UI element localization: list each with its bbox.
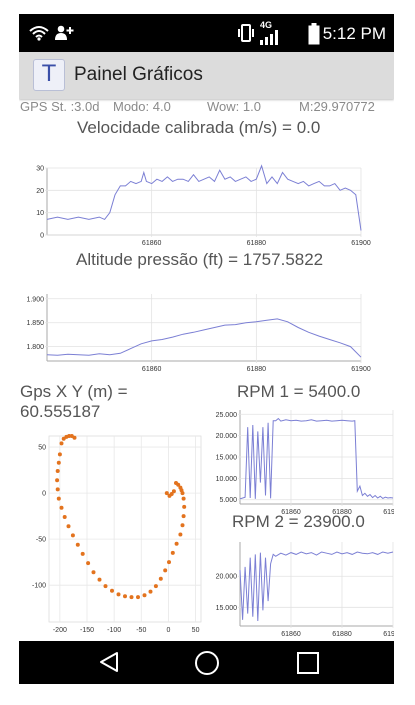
recents-button[interactable] — [296, 651, 320, 675]
phone-screen: 4G 5:12 PM T Painel Gráficos GPS St. :3.… — [19, 14, 394, 684]
back-button[interactable] — [97, 650, 121, 674]
rpm2-series-line — [239, 551, 394, 622]
y-tick-label: 15.000 — [216, 605, 238, 612]
rpm2-chart: 20.000 15.000 61860 61880 61900 — [216, 542, 394, 638]
x-tick-label: 61860 — [281, 631, 301, 638]
x-tick-label: 61880 — [332, 631, 352, 638]
home-button[interactable] — [194, 650, 220, 676]
y-tick-label: 20.000 — [216, 574, 238, 581]
x-tick-label: 61900 — [383, 631, 394, 638]
navigation-bar — [19, 641, 394, 684]
